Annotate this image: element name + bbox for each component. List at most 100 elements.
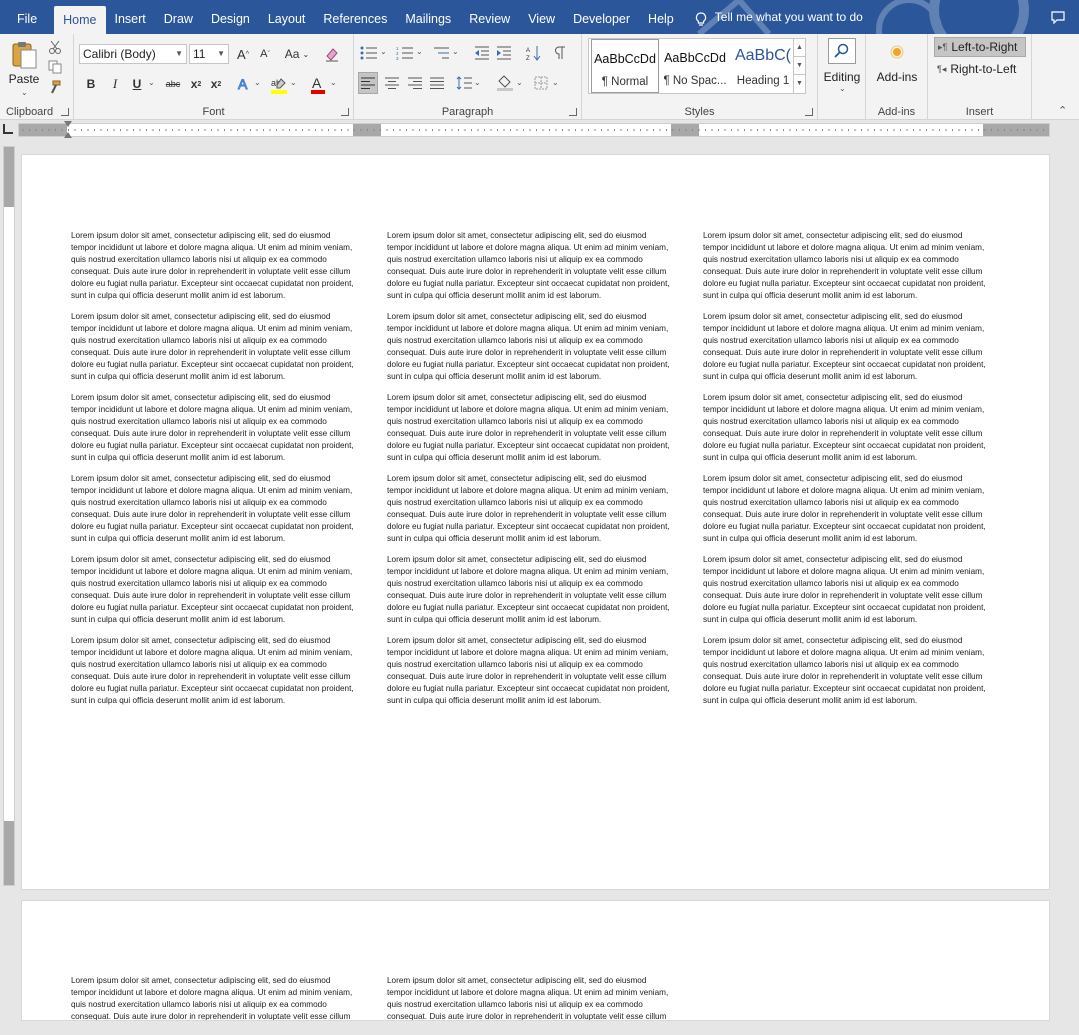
tab-review[interactable]: Review xyxy=(460,0,519,34)
highlight-icon[interactable]: ab xyxy=(270,76,288,94)
line-spacing-icon[interactable] xyxy=(456,76,472,90)
sort-icon[interactable]: AZ xyxy=(526,45,542,61)
chevron-down-icon[interactable]: ⌄ xyxy=(254,78,261,87)
cut-icon[interactable] xyxy=(48,40,62,54)
change-case-button[interactable]: Aa ⌄ xyxy=(282,44,312,64)
chevron-down-icon[interactable]: ⌄ xyxy=(474,78,481,87)
paragraph[interactable]: Lorem ipsum dolor sit amet, consectetur … xyxy=(71,473,357,545)
paragraph-launcher-icon[interactable] xyxy=(569,108,577,116)
chevron-down-icon[interactable]: ⌄ xyxy=(330,78,337,87)
align-right-icon[interactable] xyxy=(408,77,422,89)
vertical-ruler[interactable] xyxy=(0,140,18,1035)
font-color-icon[interactable]: A xyxy=(310,76,326,94)
indent-marker-icon[interactable] xyxy=(64,132,72,138)
paragraph[interactable]: Lorem ipsum dolor sit amet, consectetur … xyxy=(387,392,673,464)
tab-references[interactable]: References xyxy=(314,0,396,34)
paragraph[interactable]: Lorem ipsum dolor sit amet, consectetur … xyxy=(387,230,673,302)
paragraph[interactable]: Lorem ipsum dolor sit amet, consectetur … xyxy=(703,635,989,707)
scroll-down-icon[interactable]: ▼ xyxy=(794,57,805,75)
indent-marker-icon[interactable] xyxy=(64,121,72,127)
paragraph[interactable]: Lorem ipsum dolor sit amet, consectetur … xyxy=(71,635,357,707)
scroll-up-icon[interactable]: ▲ xyxy=(794,39,805,57)
collapse-ribbon-icon[interactable]: ⌃ xyxy=(1058,104,1067,117)
text-column-2[interactable]: Lorem ipsum dolor sit amet, consectetur … xyxy=(387,975,673,1020)
paragraph[interactable]: Lorem ipsum dolor sit amet, consectetur … xyxy=(71,311,357,383)
subscript-button[interactable]: x2 xyxy=(188,74,204,94)
style-normal[interactable]: AaBbCcDd ¶ Normal xyxy=(591,39,659,93)
addins-button[interactable]: Add-ins xyxy=(870,42,924,92)
text-column-2[interactable]: Lorem ipsum dolor sit amet, consectetur … xyxy=(387,230,673,716)
copy-icon[interactable] xyxy=(48,60,62,74)
underline-button[interactable]: U xyxy=(128,74,146,94)
paragraph[interactable]: Lorem ipsum dolor sit amet, consectetur … xyxy=(703,554,989,626)
tab-view[interactable]: View xyxy=(519,0,564,34)
right-to-left-button[interactable]: ¶◂ Right-to-Left xyxy=(934,59,1026,79)
justify-icon[interactable] xyxy=(430,77,444,89)
tab-developer[interactable]: Developer xyxy=(564,0,639,34)
paragraph[interactable]: Lorem ipsum dolor sit amet, consectetur … xyxy=(71,230,357,302)
decrease-indent-icon[interactable] xyxy=(474,46,490,60)
paragraph[interactable]: Lorem ipsum dolor sit amet, consectetur … xyxy=(703,230,989,302)
pilcrow-icon[interactable] xyxy=(554,46,566,60)
numbering-icon[interactable]: 123 xyxy=(396,46,414,60)
font-launcher-icon[interactable] xyxy=(341,108,349,116)
paragraph[interactable]: Lorem ipsum dolor sit amet, consectetur … xyxy=(71,554,357,626)
tab-design[interactable]: Design xyxy=(202,0,259,34)
paragraph[interactable]: Lorem ipsum dolor sit amet, consectetur … xyxy=(387,635,673,707)
chevron-down-icon[interactable]: ⌄ xyxy=(380,47,387,56)
tab-selector-icon[interactable] xyxy=(3,124,13,134)
paragraph[interactable]: Lorem ipsum dolor sit amet, consectetur … xyxy=(703,311,989,383)
document-page-2[interactable]: Lorem ipsum dolor sit amet, consectetur … xyxy=(21,900,1050,1021)
paragraph[interactable]: Lorem ipsum dolor sit amet, consectetur … xyxy=(387,554,673,626)
paste-button[interactable]: Paste ⌄ xyxy=(6,38,42,100)
align-center-icon[interactable] xyxy=(385,77,399,89)
tab-home[interactable]: Home xyxy=(54,6,106,34)
text-column-1[interactable]: Lorem ipsum dolor sit amet, consectetur … xyxy=(71,975,357,1020)
superscript-button[interactable]: x2 xyxy=(208,74,224,94)
paragraph[interactable]: Lorem ipsum dolor sit amet, consectetur … xyxy=(703,473,989,545)
styles-scroll[interactable]: ▲ ▼ ▼ xyxy=(793,39,805,93)
multilevel-list-icon[interactable] xyxy=(432,46,450,60)
font-size-select[interactable]: 11 ▼ xyxy=(189,44,229,64)
clipboard-launcher-icon[interactable] xyxy=(61,108,69,116)
shading-icon[interactable] xyxy=(496,75,514,91)
text-effects-icon[interactable]: A xyxy=(236,76,252,92)
bullets-icon[interactable] xyxy=(360,46,378,60)
paragraph[interactable]: Lorem ipsum dolor sit amet, consectetur … xyxy=(387,311,673,383)
tab-draw[interactable]: Draw xyxy=(155,0,202,34)
grow-font-button[interactable]: A ^ xyxy=(234,44,252,64)
format-painter-icon[interactable] xyxy=(48,80,62,94)
more-styles-icon[interactable]: ▼ xyxy=(794,75,805,93)
left-to-right-button[interactable]: ▸¶ Left-to-Right xyxy=(934,37,1026,57)
chevron-down-icon[interactable]: ⌄ xyxy=(452,47,459,56)
paragraph[interactable]: Lorem ipsum dolor sit amet, consectetur … xyxy=(387,975,673,1020)
chevron-down-icon[interactable]: ⌄ xyxy=(552,78,559,87)
paragraph[interactable]: Lorem ipsum dolor sit amet, consectetur … xyxy=(71,392,357,464)
tab-help[interactable]: Help xyxy=(639,0,683,34)
chevron-down-icon[interactable]: ⌄ xyxy=(516,78,523,87)
horizontal-ruler[interactable] xyxy=(0,120,1079,140)
increase-indent-icon[interactable] xyxy=(496,46,512,60)
styles-launcher-icon[interactable] xyxy=(805,108,813,116)
chevron-down-icon[interactable]: ⌄ xyxy=(416,47,423,56)
font-name-select[interactable]: Calibri (Body) ▼ xyxy=(79,44,187,64)
paragraph[interactable]: Lorem ipsum dolor sit amet, consectetur … xyxy=(71,975,357,1020)
chevron-down-icon[interactable]: ⌄ xyxy=(148,78,155,87)
text-column-1[interactable]: Lorem ipsum dolor sit amet, consectetur … xyxy=(71,230,357,716)
bold-button[interactable]: B xyxy=(82,74,100,94)
strikethrough-button[interactable]: abc xyxy=(162,74,184,94)
paragraph[interactable]: Lorem ipsum dolor sit amet, consectetur … xyxy=(703,392,989,464)
document-page-1[interactable]: Lorem ipsum dolor sit amet, consectetur … xyxy=(21,154,1050,890)
tab-layout[interactable]: Layout xyxy=(259,0,315,34)
tab-file[interactable]: File xyxy=(0,0,54,34)
borders-icon[interactable] xyxy=(534,76,548,90)
chevron-down-icon[interactable]: ⌄ xyxy=(290,78,297,87)
editing-button[interactable]: Editing ⌄ xyxy=(822,38,862,102)
tell-me-search[interactable]: Tell me what you want to do xyxy=(695,0,863,34)
clear-formatting-icon[interactable] xyxy=(324,46,340,62)
italic-button[interactable]: I xyxy=(106,74,124,94)
text-column-3[interactable]: Lorem ipsum dolor sit amet, consectetur … xyxy=(703,230,989,716)
comments-icon[interactable] xyxy=(1051,11,1065,24)
tab-mailings[interactable]: Mailings xyxy=(396,0,460,34)
style-no-spacing[interactable]: AaBbCcDd ¶ No Spac... xyxy=(661,39,729,93)
